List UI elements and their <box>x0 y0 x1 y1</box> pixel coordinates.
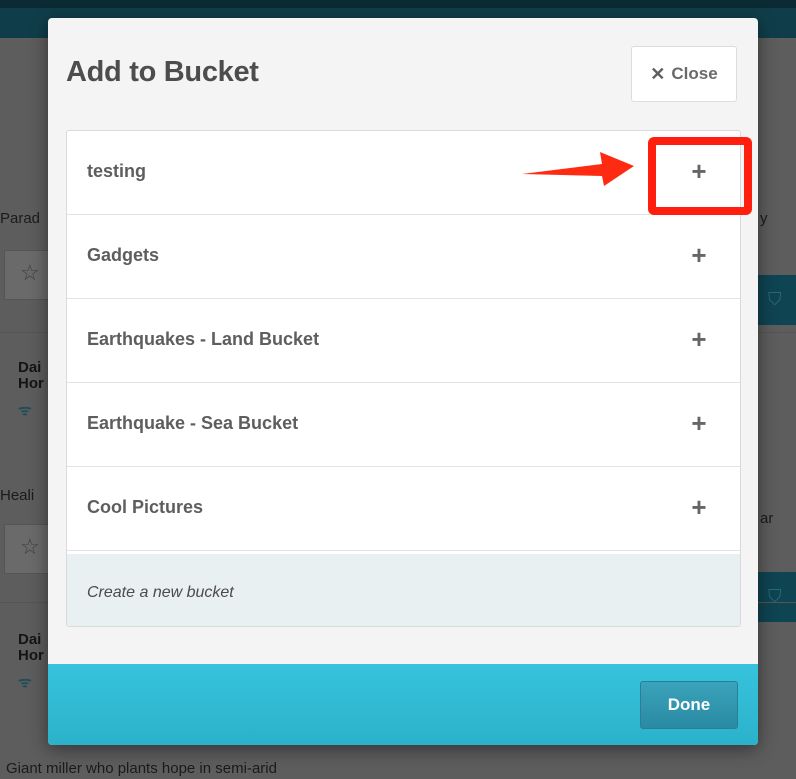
arrow-annotation-icon <box>522 152 634 186</box>
bucket-list: testing + Gadgets + Earthquakes - Land B… <box>66 130 741 627</box>
add-bucket-button[interactable]: + <box>687 242 711 268</box>
add-bucket-button[interactable]: + <box>687 326 711 352</box>
star-outline-icon: ☆ <box>20 260 40 285</box>
bucket-name: Gadgets <box>87 245 160 265</box>
done-button[interactable]: Done <box>640 681 738 729</box>
highlight-annotation-box <box>648 137 752 215</box>
bucket-item: Earthquake - Sea Bucket + <box>67 383 740 467</box>
modal-footer: Done <box>48 664 758 745</box>
add-to-bucket-button[interactable]: ⛉ <box>758 572 796 622</box>
add-to-bucket-icon: ⛉ <box>768 586 782 606</box>
create-bucket-row[interactable]: Create a new bucket <box>67 554 740 626</box>
bucket-name: Earthquake - Sea Bucket <box>87 413 299 433</box>
star-outline-icon: ☆ <box>20 534 40 559</box>
close-button-label: Close <box>671 64 718 83</box>
rss-icon: ᯤ <box>18 402 32 419</box>
close-button[interactable]: ✕ Close <box>631 46 737 102</box>
rss-icon: ᯤ <box>18 674 32 691</box>
background-source-label: Dai <box>18 359 42 376</box>
add-bucket-button[interactable]: + <box>687 494 711 520</box>
bucket-name: Cool Pictures <box>87 497 204 517</box>
background-source-label: Hor <box>18 647 44 664</box>
background-right-fragment: ar <box>760 510 774 527</box>
create-bucket-label: Create a new bucket <box>87 584 234 601</box>
add-to-bucket-icon: ⛉ <box>768 289 782 309</box>
add-to-bucket-button[interactable]: ⛉ <box>758 275 796 325</box>
background-item-title: Giant miller who plants hope in semi-ari… <box>6 760 277 777</box>
background-item-title: Parad <box>0 210 41 227</box>
background-source-label: Dai <box>18 631 42 648</box>
bucket-item: Earthquakes - Land Bucket + <box>67 299 740 383</box>
x-icon: ✕ <box>650 63 666 84</box>
bucket-item: Gadgets + <box>67 215 740 299</box>
add-bucket-button[interactable]: + <box>687 410 711 436</box>
bucket-name: testing <box>87 161 147 181</box>
background-right-fragment: y <box>760 210 768 227</box>
background-source-label: Hor <box>18 375 44 392</box>
bucket-name: Earthquakes - Land Bucket <box>87 329 320 349</box>
background-item-title: Heali <box>0 487 35 504</box>
modal-title: Add to Bucket <box>66 56 259 88</box>
add-to-bucket-modal: Add to Bucket ✕ Close testing + Gadgets … <box>48 18 758 745</box>
bucket-item: testing + <box>67 131 740 215</box>
background-top-strip <box>0 0 796 8</box>
bucket-item: Cool Pictures + <box>67 467 740 551</box>
